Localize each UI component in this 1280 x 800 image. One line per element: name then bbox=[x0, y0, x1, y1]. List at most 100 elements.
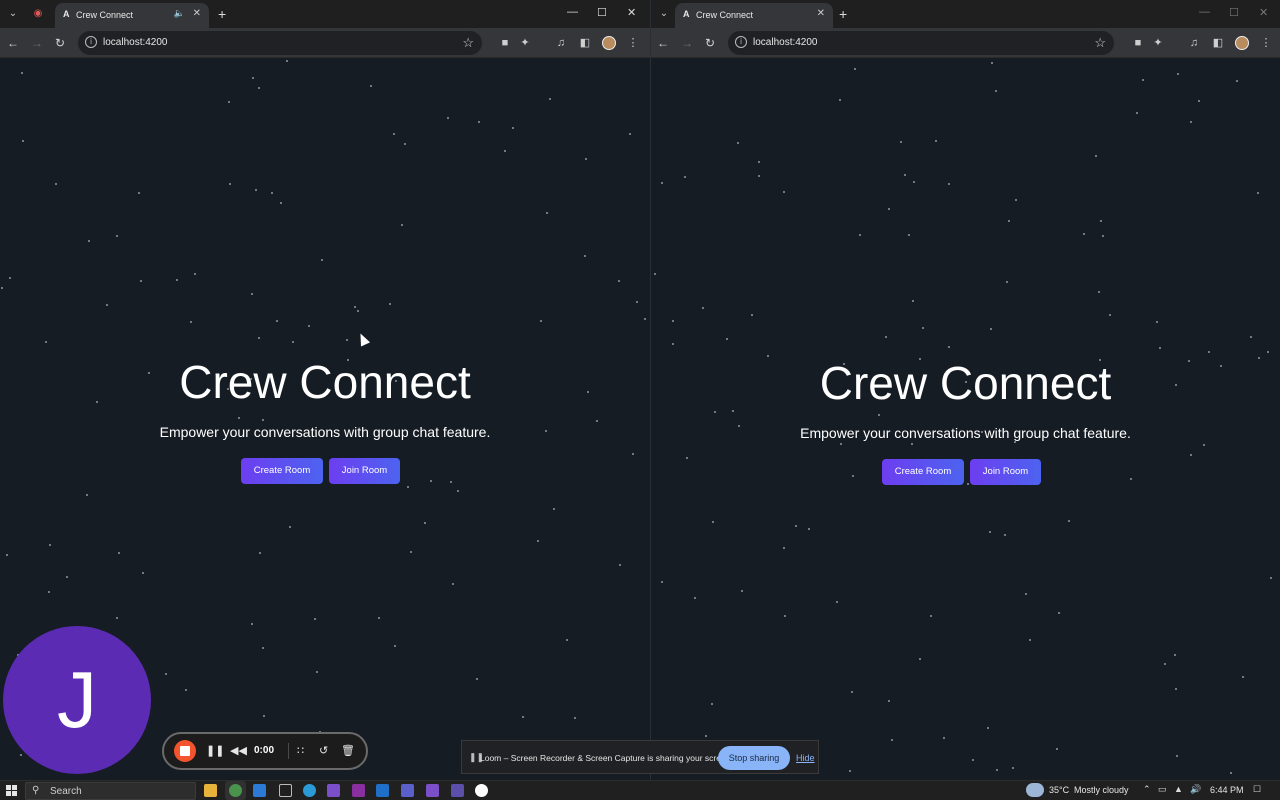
stop-recording-button[interactable] bbox=[174, 740, 196, 762]
create-room-button[interactable]: Create Room bbox=[882, 459, 964, 485]
star-dot bbox=[276, 320, 278, 322]
address-bar[interactable]: i localhost:4200 ☆ bbox=[78, 31, 482, 55]
menu-dots-icon[interactable]: ⋮ bbox=[626, 36, 640, 50]
chrome-icon[interactable] bbox=[225, 781, 246, 800]
side-panel-icon[interactable]: ◧ bbox=[578, 36, 592, 50]
back-icon[interactable]: ← bbox=[7, 35, 19, 51]
weather-cloud-icon[interactable] bbox=[1026, 783, 1044, 797]
media-control-icon[interactable]: ♫ bbox=[1187, 36, 1201, 50]
profile-avatar[interactable] bbox=[602, 36, 616, 50]
star-dot bbox=[859, 234, 861, 236]
notification-icon[interactable]: ☐ bbox=[1253, 784, 1261, 795]
star-dot bbox=[401, 224, 403, 226]
forward-icon[interactable]: → bbox=[681, 35, 693, 51]
loom-app-icon[interactable] bbox=[475, 784, 488, 797]
profile-avatar[interactable] bbox=[1235, 36, 1249, 50]
battery-icon[interactable]: ▭ bbox=[1158, 784, 1167, 795]
teams-icon[interactable] bbox=[401, 784, 414, 797]
extension-icon[interactable]: ■ bbox=[498, 36, 512, 50]
close-window-button[interactable]: ✕ bbox=[1259, 6, 1268, 19]
wifi-icon[interactable]: ▲ bbox=[1174, 784, 1183, 794]
trash-icon[interactable]: 🗑 bbox=[341, 744, 355, 758]
star-dot bbox=[891, 739, 893, 741]
maximize-button[interactable]: ☐ bbox=[597, 6, 607, 19]
site-info-icon[interactable]: i bbox=[735, 36, 747, 48]
extensions-puzzle-icon[interactable]: ✦ bbox=[518, 36, 532, 50]
bookmark-star-icon[interactable]: ☆ bbox=[1094, 35, 1106, 51]
join-room-button[interactable]: Join Room bbox=[329, 458, 400, 484]
tab-search-icon[interactable]: ⌄ bbox=[655, 5, 673, 23]
side-panel-icon[interactable]: ◧ bbox=[1211, 36, 1225, 50]
windows-start-icon[interactable] bbox=[6, 785, 17, 796]
restart-icon[interactable]: ↺ bbox=[319, 744, 328, 758]
site-info-icon[interactable]: i bbox=[85, 36, 97, 48]
pause-icon[interactable]: ❚❚ bbox=[206, 744, 224, 758]
tab-close-icon[interactable]: ✕ bbox=[817, 8, 825, 19]
extensions-puzzle-icon[interactable]: ✦ bbox=[1151, 36, 1165, 50]
join-room-button[interactable]: Join Room bbox=[970, 459, 1041, 485]
grid-icon[interactable]: ∷ bbox=[297, 744, 304, 758]
audio-icon[interactable]: 🔈 bbox=[174, 8, 185, 19]
star-dot bbox=[457, 490, 459, 492]
weather-status[interactable]: Mostly cloudy bbox=[1074, 785, 1129, 795]
star-dot bbox=[684, 176, 686, 178]
vs-code-insiders-icon[interactable] bbox=[426, 784, 439, 797]
outlook-icon[interactable] bbox=[376, 784, 389, 797]
create-room-button[interactable]: Create Room bbox=[241, 458, 323, 484]
page-content: Crew Connect Empower your conversations … bbox=[651, 59, 1280, 780]
volume-icon[interactable]: 🔊 bbox=[1190, 784, 1201, 795]
tab-crew-connect[interactable]: A Crew Connect ✕ bbox=[675, 3, 833, 28]
tab-search-icon[interactable]: ⌄ bbox=[4, 5, 22, 23]
star-dot bbox=[751, 314, 753, 316]
url-text: localhost:4200 bbox=[753, 37, 818, 48]
clock-time[interactable]: 6:44 PM bbox=[1210, 785, 1244, 795]
menu-dots-icon[interactable]: ⋮ bbox=[1259, 36, 1273, 50]
new-tab-button[interactable]: + bbox=[839, 5, 847, 23]
tab-crew-connect[interactable]: A Crew Connect 🔈 ✕ bbox=[55, 3, 209, 28]
visual-studio-icon[interactable] bbox=[327, 784, 340, 797]
hide-link[interactable]: Hide bbox=[796, 753, 815, 763]
star-dot bbox=[967, 483, 969, 485]
minimize-button[interactable]: — bbox=[1199, 6, 1210, 18]
star-dot bbox=[908, 234, 910, 236]
loom-recording-controls: ❚❚ ◀◀ 0:00 ∷ ↺ 🗑 bbox=[162, 732, 368, 770]
star-dot bbox=[1208, 351, 1210, 353]
star-dot bbox=[229, 183, 231, 185]
new-tab-button[interactable]: + bbox=[218, 5, 226, 23]
star-dot bbox=[702, 307, 704, 309]
edge-icon[interactable] bbox=[303, 784, 316, 797]
star-dot bbox=[636, 301, 638, 303]
rewind-icon[interactable]: ◀◀ bbox=[230, 744, 247, 758]
star-dot bbox=[410, 551, 412, 553]
star-dot bbox=[1156, 321, 1158, 323]
page-subtitle: Empower your conversations with group ch… bbox=[159, 424, 491, 440]
file-explorer-icon[interactable] bbox=[204, 784, 217, 797]
star-dot bbox=[783, 191, 785, 193]
forward-icon[interactable]: → bbox=[31, 35, 43, 51]
reload-icon[interactable]: ↻ bbox=[55, 35, 65, 51]
back-icon[interactable]: ← bbox=[657, 35, 669, 51]
extension-icon[interactable]: ■ bbox=[1131, 36, 1145, 50]
media-control-icon[interactable]: ♫ bbox=[554, 36, 568, 50]
chevron-up-icon[interactable]: ⌃ bbox=[1143, 784, 1151, 795]
star-dot bbox=[712, 521, 714, 523]
star-dot bbox=[566, 639, 568, 641]
reload-icon[interactable]: ↻ bbox=[705, 35, 715, 51]
onenote-icon[interactable] bbox=[352, 784, 365, 797]
star-dot bbox=[537, 540, 539, 542]
maximize-button[interactable]: ☐ bbox=[1229, 6, 1239, 19]
pycharm-icon[interactable] bbox=[279, 784, 292, 797]
close-window-button[interactable]: ✕ bbox=[627, 6, 636, 19]
star-dot bbox=[389, 303, 391, 305]
loom-camera-bubble[interactable]: J bbox=[3, 626, 151, 774]
app-icon[interactable] bbox=[451, 784, 464, 797]
taskbar-search[interactable]: ⚲ Search bbox=[25, 782, 196, 800]
minimize-button[interactable]: — bbox=[567, 6, 578, 18]
stop-sharing-button[interactable]: Stop sharing bbox=[718, 746, 790, 770]
bookmark-star-icon[interactable]: ☆ bbox=[462, 35, 474, 51]
tab-close-icon[interactable]: ✕ bbox=[193, 8, 201, 19]
vscode-icon[interactable] bbox=[253, 784, 266, 797]
address-bar[interactable]: i localhost:4200 ☆ bbox=[728, 31, 1114, 55]
star-dot bbox=[118, 552, 120, 554]
star-dot bbox=[263, 715, 265, 717]
